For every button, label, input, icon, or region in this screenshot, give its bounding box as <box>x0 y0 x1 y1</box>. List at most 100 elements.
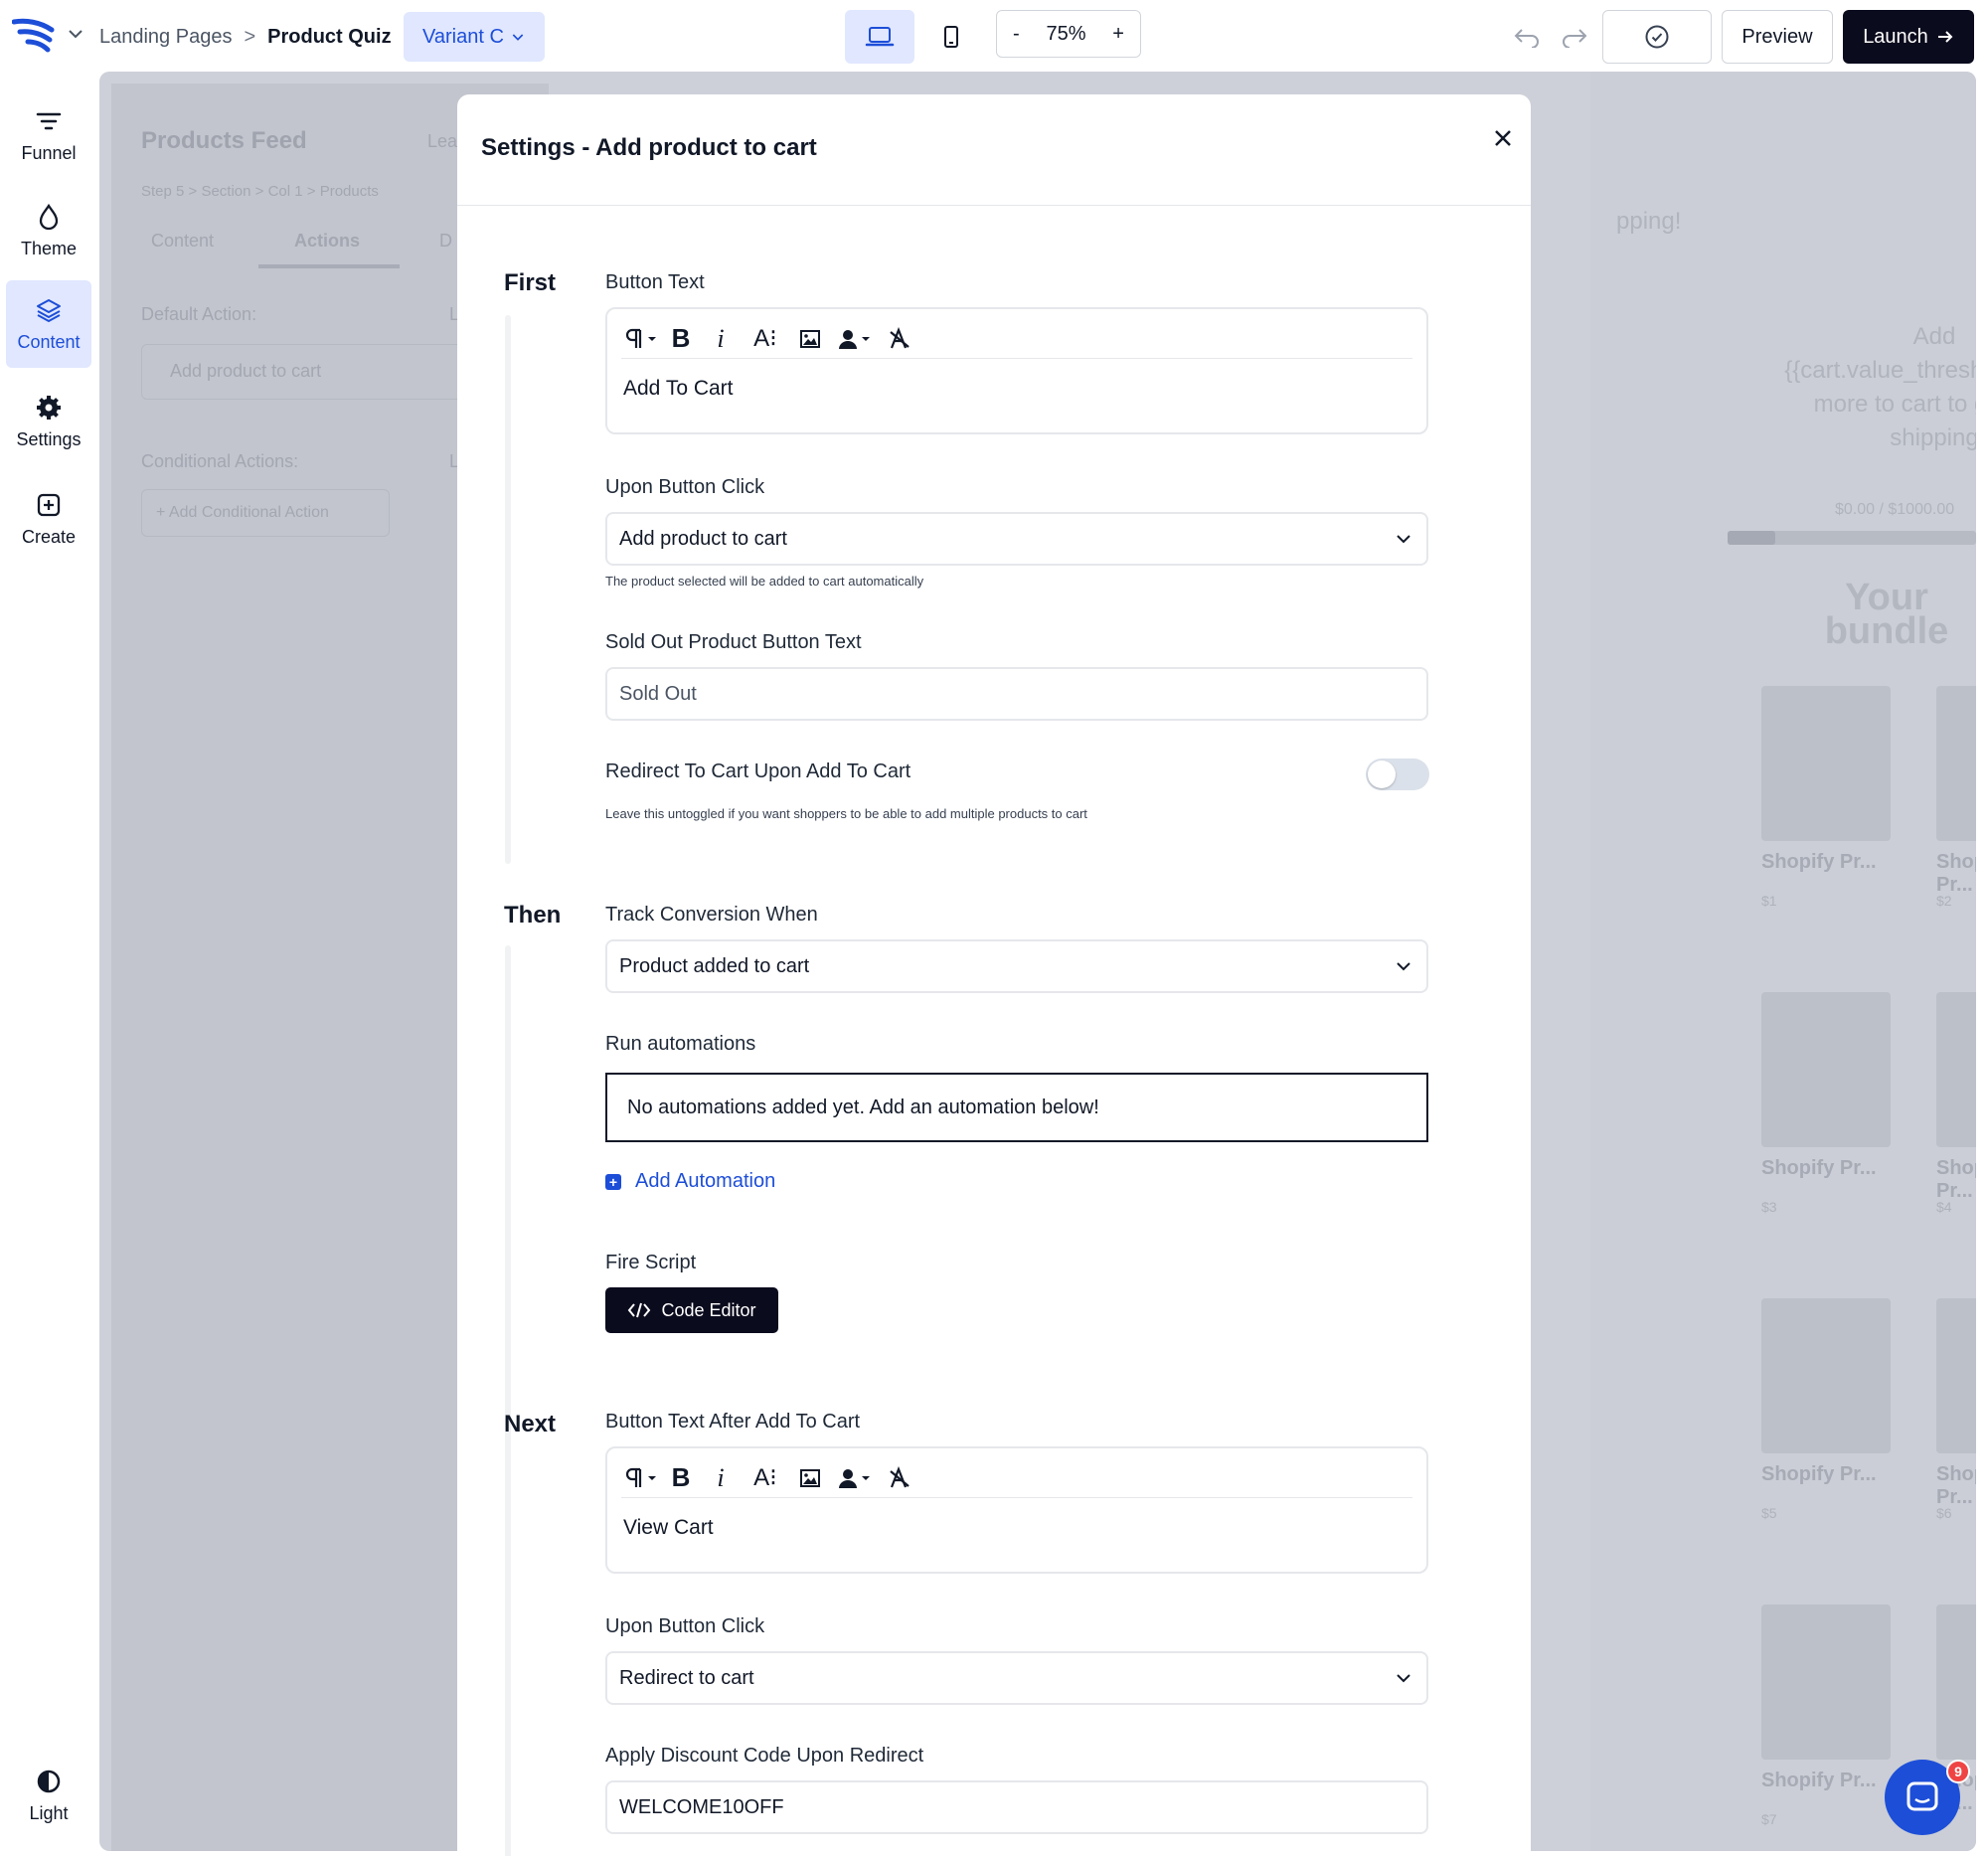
bg-preview-progress: $0.00 / $1000.00 <box>1835 501 1955 518</box>
sold-out-label: Sold Out Product Button Text <box>605 631 862 653</box>
italic-icon[interactable]: i <box>699 321 743 357</box>
font-size-icon[interactable]: A⁝ <box>743 1460 788 1496</box>
nav-item-create[interactable]: Create <box>6 475 91 563</box>
bg-product-title: Shopify Pr... <box>1761 1770 1877 1791</box>
zoom-out-button[interactable]: - <box>1013 23 1020 46</box>
modal-header: Settings - Add product to cart <box>457 94 1531 206</box>
bg-product-title: Shopify Pr... <box>1761 1157 1877 1179</box>
preview-button[interactable]: Preview <box>1722 10 1833 64</box>
bold-icon[interactable]: B <box>663 321 699 357</box>
track-conversion-value: Product added to cart <box>619 954 810 977</box>
nav-item-theme[interactable]: Theme <box>6 187 91 274</box>
bg-tab-underline <box>258 264 400 268</box>
undo-button[interactable] <box>1509 18 1545 54</box>
bold-icon[interactable]: B <box>663 1460 699 1496</box>
after-add-label: Button Text After Add To Cart <box>605 1411 861 1433</box>
bg-product-image <box>1761 1298 1891 1453</box>
redirect-toggle[interactable] <box>1366 759 1429 790</box>
logo-icon[interactable] <box>12 16 56 56</box>
run-automations-label: Run automations <box>605 1033 756 1055</box>
undo-icon <box>1514 29 1539 48</box>
bg-preview-line: shipping <box>1890 424 1976 451</box>
bg-panel-breadcrumb: Step 5 > Section > Col 1 > Products <box>141 183 379 200</box>
funnel-icon <box>35 107 63 135</box>
clear-format-icon[interactable] <box>880 321 919 357</box>
track-conversion-select[interactable]: Product added to cart <box>605 939 1428 993</box>
bg-product-image <box>1761 686 1891 841</box>
bg-bundle-title: Your bundle <box>1824 577 1949 652</box>
code-icon <box>628 1302 651 1318</box>
nav-item-light-mode[interactable]: Light <box>6 1752 91 1839</box>
contrast-icon <box>35 1768 63 1795</box>
add-automation-button[interactable]: + Add Automation <box>605 1170 775 1193</box>
zoom-control: - 75% + <box>996 10 1141 58</box>
validate-button[interactable] <box>1602 10 1712 64</box>
next-upon-click-select[interactable]: Redirect to cart <box>605 1651 1428 1705</box>
discount-code-label: Apply Discount Code Upon Redirect <box>605 1745 924 1767</box>
image-icon[interactable] <box>788 321 832 357</box>
bg-preview-line: Add <box>1912 323 1956 350</box>
button-text-value: Add To Cart <box>623 377 734 400</box>
italic-icon[interactable]: i <box>699 1460 743 1496</box>
laptop-icon <box>865 27 895 47</box>
nav-item-content[interactable]: Content <box>6 280 91 368</box>
bg-product-image <box>1936 992 1976 1147</box>
fire-script-label: Fire Script <box>605 1252 697 1273</box>
nav-item-funnel[interactable]: Funnel <box>6 91 91 179</box>
paragraph-icon[interactable] <box>621 321 663 357</box>
breadcrumb-landing-pages[interactable]: Landing Pages <box>99 26 232 49</box>
variant-dropdown[interactable]: Variant C <box>404 12 545 62</box>
breadcrumb-current[interactable]: Product Quiz <box>267 26 391 49</box>
bg-product-price: $4 <box>1936 1199 1952 1215</box>
droplet-icon <box>35 203 63 231</box>
launch-button[interactable]: Launch <box>1843 10 1974 64</box>
personalize-icon[interactable] <box>832 321 880 357</box>
sold-out-input[interactable]: Sold Out <box>605 667 1428 721</box>
upon-click-select[interactable]: Add product to cart <box>605 512 1428 566</box>
bg-tab-actions: Actions <box>294 231 361 251</box>
nav-label: Create <box>21 526 77 547</box>
after-add-editor[interactable]: B i A⁝ View Cart <box>605 1446 1428 1574</box>
mobile-view-button[interactable] <box>916 10 986 64</box>
desktop-view-button[interactable] <box>845 10 914 64</box>
bg-product-price: $7 <box>1761 1811 1777 1827</box>
layers-icon <box>35 296 63 324</box>
chevron-down-icon[interactable] <box>64 22 87 46</box>
section-rail <box>505 1456 511 1856</box>
bg-product-title: Shopify Pr... <box>1936 851 1976 896</box>
clear-format-icon[interactable] <box>880 1460 919 1496</box>
nav-label: Funnel <box>21 142 77 163</box>
font-size-icon[interactable]: A⁝ <box>743 321 788 357</box>
nav-label: Theme <box>20 238 78 258</box>
breadcrumb: Landing Pages > Product Quiz <box>99 22 392 52</box>
modal-title: Settings - Add product to cart <box>481 134 817 161</box>
bg-preview-line: {{cart.value_threshold_gap}} <box>1784 357 1976 384</box>
nav-item-settings[interactable]: Settings <box>6 378 91 465</box>
discount-code-input[interactable]: WELCOME10OFF <box>605 1780 1428 1834</box>
close-button[interactable] <box>1481 116 1525 160</box>
variant-label: Variant C <box>422 25 504 48</box>
bg-product-title: Shopify Pr... <box>1761 851 1877 873</box>
bg-product-title: Shopify Pr... <box>1761 1463 1877 1485</box>
close-icon <box>1495 130 1511 146</box>
image-icon[interactable] <box>788 1460 832 1496</box>
paragraph-icon[interactable] <box>621 1460 663 1496</box>
toggle-knob <box>1368 760 1396 788</box>
background-page-preview: pping! Add {{cart.value_threshold_gap}} … <box>1590 72 1976 1851</box>
settings-modal: Settings - Add product to cart First But… <box>457 94 1531 1856</box>
left-nav: Funnel Theme Content Settings Create Lig… <box>0 72 99 1856</box>
bg-add-conditional: + Add Conditional Action <box>141 489 390 537</box>
mobile-icon <box>944 26 958 48</box>
zoom-in-button[interactable]: + <box>1112 23 1124 46</box>
bg-product-price: $1 <box>1761 893 1777 909</box>
redo-icon <box>1563 29 1587 48</box>
redo-button[interactable] <box>1557 18 1592 54</box>
code-editor-button[interactable]: Code Editor <box>605 1287 778 1333</box>
bg-product-price: $5 <box>1761 1505 1777 1521</box>
button-text-editor[interactable]: B i A⁝ Add To Cart <box>605 307 1428 434</box>
chevron-down-icon <box>1397 535 1410 544</box>
chat-unread-badge: 9 <box>1946 1760 1970 1783</box>
bg-tab-d: D <box>439 231 452 251</box>
arrow-right-icon <box>1937 31 1953 43</box>
personalize-icon[interactable] <box>832 1460 880 1496</box>
